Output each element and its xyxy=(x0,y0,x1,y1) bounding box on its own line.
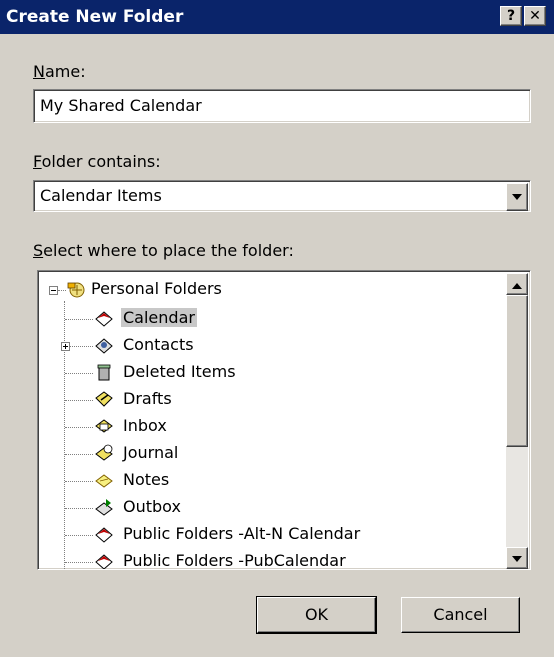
tree-line xyxy=(65,427,93,428)
collapse-toggle[interactable] xyxy=(49,286,58,295)
tree-item-public-alt-n-calendar[interactable]: Public Folders -Alt-N Calendar xyxy=(121,524,362,543)
name-input[interactable]: My Shared Calendar xyxy=(33,89,531,123)
help-button[interactable]: ? xyxy=(500,6,522,26)
outbox-icon xyxy=(95,499,113,516)
folder-contains-value: Calendar Items xyxy=(40,186,162,205)
tree-line xyxy=(65,535,93,536)
scroll-down-button[interactable] xyxy=(506,547,528,569)
tree-root-label[interactable]: Personal Folders xyxy=(89,279,224,298)
name-label: Name: xyxy=(33,62,86,81)
tree-item-public-pubcalendar[interactable]: Public Folders -PubCalendar xyxy=(121,551,348,569)
chevron-down-icon xyxy=(512,194,522,200)
scroll-thumb[interactable] xyxy=(506,295,528,447)
drafts-icon xyxy=(95,391,113,407)
contacts-icon xyxy=(95,338,113,354)
tree-line xyxy=(65,319,93,320)
journal-icon xyxy=(95,444,113,461)
inbox-icon xyxy=(95,419,113,433)
tree-item-journal[interactable]: Journal xyxy=(121,443,180,462)
scroll-up-button[interactable] xyxy=(506,273,528,295)
tree-item-calendar[interactable]: Calendar xyxy=(121,308,197,327)
tree-item-inbox[interactable]: Inbox xyxy=(121,416,169,435)
tree-item-notes[interactable]: Notes xyxy=(121,470,171,489)
tree-line xyxy=(65,400,93,401)
calendar-icon xyxy=(95,527,113,543)
tree-line xyxy=(65,481,93,482)
notes-icon xyxy=(95,474,113,488)
chevron-down-icon xyxy=(512,556,522,562)
folder-contains-select[interactable]: Calendar Items xyxy=(33,180,531,212)
tree-line xyxy=(65,562,93,563)
dropdown-button[interactable] xyxy=(506,183,528,211)
location-label: Select where to place the folder: xyxy=(33,241,294,260)
personal-folders-icon xyxy=(67,282,85,298)
expand-toggle[interactable] xyxy=(61,342,70,351)
tree-item-outbox[interactable]: Outbox xyxy=(121,497,183,516)
close-button[interactable]: ✕ xyxy=(524,6,546,26)
name-input-value: My Shared Calendar xyxy=(40,96,202,115)
dialog-title: Create New Folder xyxy=(6,7,184,27)
folder-contains-label: Folder contains: xyxy=(33,152,161,171)
cancel-button[interactable]: Cancel xyxy=(401,597,520,633)
tree-item-drafts[interactable]: Drafts xyxy=(121,389,174,408)
deleted-items-icon xyxy=(97,364,111,381)
create-new-folder-dialog: Create New Folder ? ✕ Name: My Shared Ca… xyxy=(0,0,554,657)
tree-line xyxy=(65,454,93,455)
chevron-up-icon xyxy=(512,283,522,289)
calendar-icon xyxy=(95,554,113,569)
tree-item-contacts[interactable]: Contacts xyxy=(121,335,196,354)
tree-item-deleted-items[interactable]: Deleted Items xyxy=(121,362,238,381)
tree-line xyxy=(65,373,93,374)
title-bar[interactable]: Create New Folder ? ✕ xyxy=(0,0,554,34)
tree-line xyxy=(58,290,66,291)
folder-tree[interactable]: Personal Folders Calendar Contacts Delet… xyxy=(37,270,531,570)
tree-line xyxy=(70,346,93,347)
tree-line xyxy=(65,508,93,509)
vertical-scrollbar[interactable] xyxy=(506,273,528,569)
ok-button[interactable]: OK xyxy=(256,596,377,634)
calendar-icon xyxy=(95,311,113,327)
